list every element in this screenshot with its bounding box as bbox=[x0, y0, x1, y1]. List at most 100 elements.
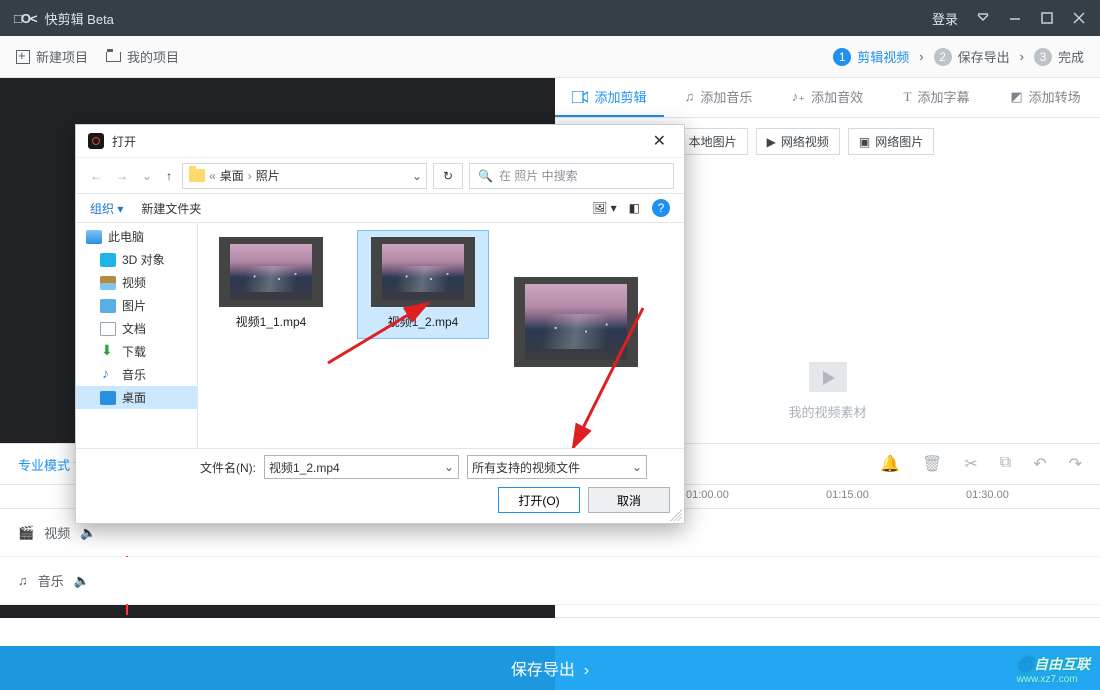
image-icon: ▣ bbox=[859, 135, 870, 149]
tab-add-sfx[interactable]: ♪₊添加音效 bbox=[773, 78, 882, 117]
file-grid[interactable]: 视频1_1.mp4 视频1_2.mp4 bbox=[198, 223, 684, 448]
back-icon[interactable]: ← bbox=[86, 165, 106, 187]
dialog-footer: 文件名(N): 视频1_2.mp4⌄ 所有支持的视频文件⌄ 打开(O) 取消 bbox=[76, 448, 684, 523]
organize-button[interactable]: 组织 ▾ bbox=[90, 200, 123, 217]
file-item-selected[interactable]: 视频1_2.mp4 bbox=[358, 231, 488, 338]
up-icon[interactable]: ↑ bbox=[162, 165, 176, 187]
filename-input[interactable]: 视频1_2.mp4⌄ bbox=[264, 455, 459, 479]
music-track-icon: ♫ bbox=[18, 573, 28, 588]
close-icon[interactable] bbox=[1072, 11, 1086, 25]
undo-icon[interactable]: ↶ bbox=[1033, 454, 1046, 474]
menu-dropdown-icon[interactable] bbox=[976, 11, 990, 25]
step-export[interactable]: 2保存导出 bbox=[934, 47, 1010, 66]
minimize-icon[interactable] bbox=[1008, 11, 1022, 25]
open-button[interactable]: 打开(O) bbox=[498, 487, 580, 513]
video-thumbnail bbox=[219, 237, 323, 307]
step-done[interactable]: 3完成 bbox=[1034, 47, 1084, 66]
tab-add-subtitle[interactable]: T添加字幕 bbox=[882, 78, 991, 117]
tab-add-music[interactable]: ♫添加音乐 bbox=[664, 78, 773, 117]
chevron-right-icon: › bbox=[919, 49, 923, 64]
text-icon: T bbox=[904, 89, 912, 105]
bell-icon[interactable]: 🔔 bbox=[880, 454, 900, 474]
maximize-icon[interactable] bbox=[1040, 11, 1054, 25]
new-project-button[interactable]: 新建项目 bbox=[16, 47, 88, 66]
preview-pane-icon[interactable]: ◧ bbox=[629, 201, 640, 215]
net-video-button[interactable]: ▶网络视频 bbox=[756, 128, 840, 155]
login-button[interactable]: 登录 bbox=[932, 9, 958, 28]
tree-item-music[interactable]: 音乐 bbox=[76, 363, 197, 386]
app-name: 快剪辑 Beta bbox=[45, 9, 114, 28]
play-icon: ▶ bbox=[767, 135, 776, 149]
tree-item-videos[interactable]: 视频 bbox=[76, 271, 197, 294]
search-placeholder: 在 照片 中搜索 bbox=[499, 167, 578, 184]
app-small-icon bbox=[88, 133, 104, 149]
dialog-title: 打开 bbox=[112, 133, 136, 150]
dialog-nav: ← → ⌄ ↑ « 桌面 › 照片 ⌄ ↻ 🔍 在 照片 中搜索 bbox=[76, 157, 684, 193]
mute-icon[interactable]: 🔈 bbox=[74, 573, 90, 589]
new-project-label: 新建项目 bbox=[36, 47, 88, 66]
tab-add-transition[interactable]: ◩添加转场 bbox=[991, 78, 1100, 117]
step-edit[interactable]: 1剪辑视频 bbox=[833, 47, 909, 66]
cube-icon bbox=[100, 253, 116, 267]
music-folder-icon bbox=[100, 368, 116, 382]
title-bar: □O< 快剪辑 Beta 登录 bbox=[0, 0, 1100, 36]
dialog-close-icon[interactable]: ✕ bbox=[647, 127, 672, 155]
file-open-dialog: 打开 ✕ ← → ⌄ ↑ « 桌面 › 照片 ⌄ ↻ 🔍 在 照片 中搜索 组织… bbox=[75, 124, 685, 524]
folder-icon bbox=[106, 52, 121, 62]
preview-thumbnail bbox=[510, 271, 640, 381]
music-note-icon: ♫ bbox=[685, 89, 695, 104]
file-item[interactable]: 视频1_1.mp4 bbox=[206, 231, 336, 338]
picture-folder-icon bbox=[100, 299, 116, 313]
video-icon bbox=[572, 91, 588, 103]
download-icon bbox=[100, 345, 116, 359]
filetype-filter[interactable]: 所有支持的视频文件⌄ bbox=[467, 455, 647, 479]
track-body[interactable] bbox=[126, 557, 1100, 604]
net-image-button[interactable]: ▣网络图片 bbox=[848, 128, 934, 155]
tree-item-pictures[interactable]: 图片 bbox=[76, 294, 197, 317]
folder-icon bbox=[189, 169, 205, 182]
pc-icon bbox=[86, 230, 102, 244]
ruler-tick: 01:00.00 bbox=[686, 489, 729, 501]
tree-item-documents[interactable]: 文档 bbox=[76, 317, 197, 340]
tree-item-this-pc[interactable]: 此电脑 bbox=[76, 225, 197, 248]
mute-icon[interactable]: 🔈 bbox=[80, 525, 96, 541]
dialog-search[interactable]: 🔍 在 照片 中搜索 bbox=[469, 163, 674, 189]
recent-dropdown-icon[interactable]: ⌄ bbox=[138, 165, 156, 187]
video-thumbnail bbox=[514, 277, 638, 367]
copy-icon[interactable]: ⧉ bbox=[1000, 454, 1011, 474]
document-icon bbox=[100, 322, 116, 336]
track-label: 视频 bbox=[44, 523, 70, 542]
app-logo: □O< bbox=[14, 11, 37, 26]
tree-item-desktop[interactable]: 桌面 bbox=[76, 386, 197, 409]
empty-asset-icon bbox=[809, 362, 847, 392]
split-icon[interactable]: ✂ bbox=[964, 454, 977, 474]
folder-tree[interactable]: 此电脑 3D 对象 视频 图片 文档 下载 音乐 桌面 bbox=[76, 223, 198, 448]
video-folder-icon bbox=[100, 276, 116, 290]
tab-add-clip[interactable]: 添加剪辑 bbox=[555, 78, 664, 117]
transition-icon: ◩ bbox=[1010, 89, 1022, 105]
my-projects-button[interactable]: 我的项目 bbox=[106, 47, 179, 66]
cancel-button[interactable]: 取消 bbox=[588, 487, 670, 513]
export-button[interactable]: 保存导出 › bbox=[0, 646, 1100, 690]
track-label: 音乐 bbox=[38, 571, 64, 590]
new-folder-button[interactable]: 新建文件夹 bbox=[141, 200, 201, 217]
search-icon: 🔍 bbox=[478, 169, 493, 183]
ruler-tick: 01:30.00 bbox=[966, 489, 1009, 501]
view-thumbnails-icon[interactable]: 🖼 ▾ bbox=[592, 201, 617, 215]
trash-icon[interactable]: 🗑 bbox=[922, 454, 942, 474]
video-track-icon: 🎬 bbox=[18, 525, 34, 541]
sound-fx-icon: ♪₊ bbox=[792, 89, 805, 105]
forward-icon: → bbox=[112, 165, 132, 187]
tree-item-downloads[interactable]: 下载 bbox=[76, 340, 197, 363]
refresh-icon[interactable]: ↻ bbox=[433, 163, 463, 189]
dialog-title-bar: 打开 ✕ bbox=[76, 125, 684, 157]
chevron-right-icon: › bbox=[1020, 49, 1024, 64]
redo-icon[interactable]: ↷ bbox=[1069, 454, 1082, 474]
filename-label: 文件名(N): bbox=[200, 459, 256, 476]
tree-item-3d[interactable]: 3D 对象 bbox=[76, 248, 197, 271]
track-music: ♫ 音乐 🔈 bbox=[0, 557, 1100, 605]
toolbar: 新建项目 我的项目 1剪辑视频 › 2保存导出 › 3完成 bbox=[0, 36, 1100, 78]
breadcrumb[interactable]: « 桌面 › 照片 ⌄ bbox=[182, 163, 427, 189]
help-icon[interactable]: ? bbox=[652, 199, 670, 217]
resize-grip[interactable] bbox=[670, 509, 682, 521]
